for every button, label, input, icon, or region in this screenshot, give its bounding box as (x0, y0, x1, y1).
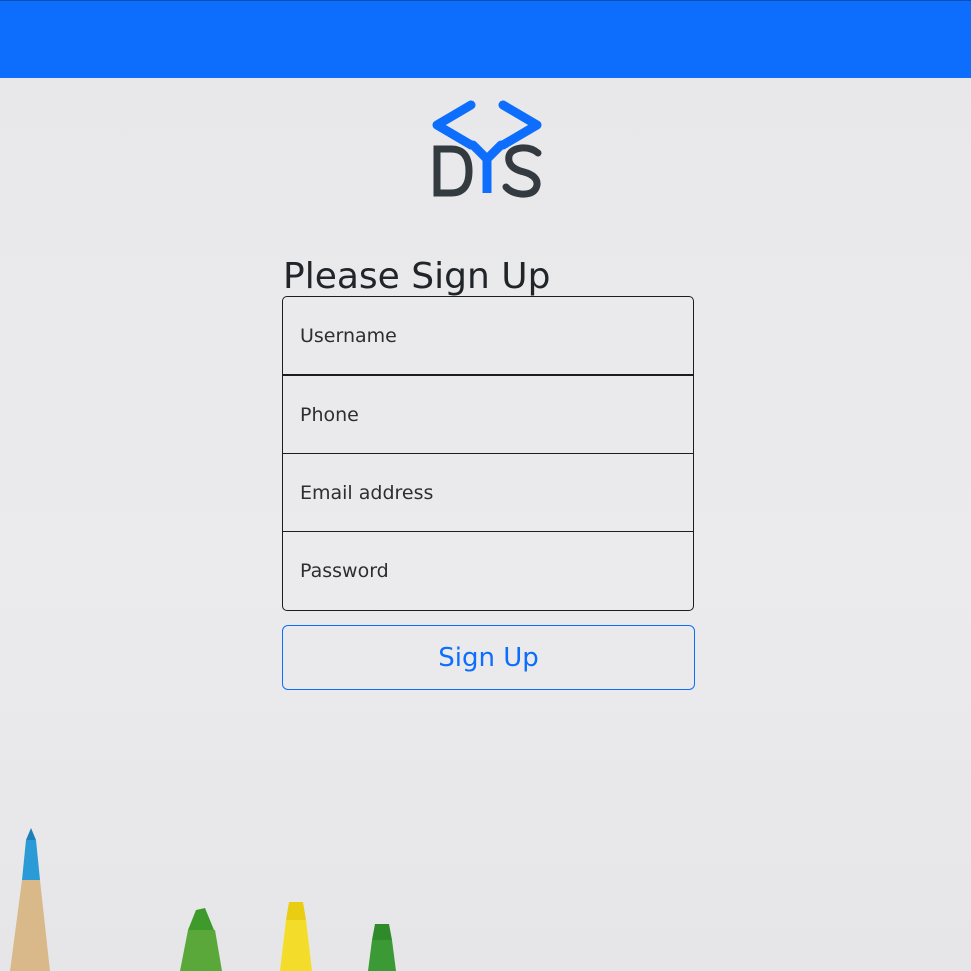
signup-page: DYS Please Sign Up Username Phone Email … (0, 0, 971, 971)
password-input[interactable]: Password (282, 531, 694, 611)
username-placeholder: Username (300, 324, 397, 347)
form-title: Please Sign Up (283, 256, 551, 298)
colored-pencils-decoration (10, 828, 396, 971)
username-input[interactable]: Username (282, 296, 694, 375)
phone-placeholder: Phone (300, 403, 359, 426)
signup-button[interactable]: Sign Up (282, 625, 695, 690)
brand-logo: DYS (425, 97, 550, 201)
top-navbar (0, 0, 971, 78)
email-input[interactable]: Email address (282, 453, 694, 532)
password-placeholder: Password (300, 560, 389, 582)
code-brackets-icon (432, 100, 542, 198)
email-placeholder: Email address (300, 481, 434, 504)
phone-input[interactable]: Phone (282, 375, 694, 454)
